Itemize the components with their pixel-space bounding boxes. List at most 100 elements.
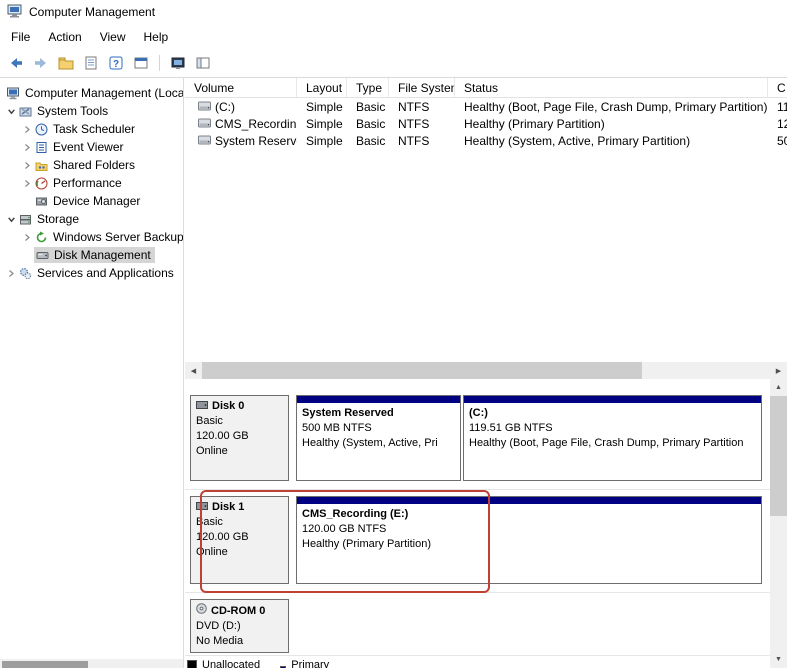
main-area: Computer Management (Local System Tools …	[0, 78, 787, 668]
volume-type: Basic	[356, 99, 386, 114]
disk-status: Online	[196, 445, 228, 457]
window-title: Computer Management	[29, 5, 156, 19]
chevron-right-icon[interactable]	[4, 269, 18, 278]
disk-icon	[196, 399, 208, 414]
legend-primary-partition: Primary partition	[280, 659, 334, 668]
volume-list-header: Volume Layout Type File System Status C	[185, 78, 787, 98]
volume-type: Basic	[356, 116, 386, 131]
column-header-volume[interactable]: Volume	[185, 78, 297, 97]
disk-row-separator	[185, 489, 770, 490]
shared-folders-icon	[34, 158, 49, 172]
partition-status: Healthy (Primary Partition)	[302, 538, 431, 550]
scroll-left-icon[interactable]: ◀	[185, 362, 202, 379]
disk-name: CD-ROM 0	[211, 604, 266, 617]
chevron-down-icon[interactable]	[4, 215, 18, 224]
chevron-right-icon[interactable]	[20, 233, 34, 242]
tree-horizontal-scrollbar[interactable]	[0, 659, 183, 668]
tree-item-label: Task Scheduler	[53, 122, 136, 136]
disk-pane-vertical-scrollbar[interactable]: ▲ ▼	[770, 379, 787, 668]
properties-window-icon[interactable]	[130, 52, 152, 74]
cd-rom-icon	[196, 603, 207, 619]
partition-name: (C:)	[469, 407, 488, 419]
tree-item-label: Shared Folders	[53, 158, 136, 172]
tree-item-performance[interactable]: Performance	[0, 174, 183, 192]
column-header-capacity[interactable]: C	[768, 78, 787, 97]
tree-item-disk-management[interactable]: Disk Management	[0, 246, 183, 264]
volume-icon	[198, 100, 211, 114]
legend-unallocated: Unallocated	[187, 659, 260, 668]
chevron-right-icon[interactable]	[20, 179, 34, 188]
scroll-up-icon[interactable]: ▲	[770, 379, 787, 396]
computer-management-window: Computer Management File Action View Hel…	[0, 0, 787, 668]
volume-icon	[198, 134, 211, 148]
volume-row-cms-recording[interactable]: CMS_Recordin... Simple Basic NTFS Health…	[185, 115, 787, 132]
disk-row-separator	[185, 655, 770, 656]
computer-icon	[6, 86, 21, 100]
volume-file-system: NTFS	[398, 133, 430, 148]
tree-item-device-manager[interactable]: Device Manager	[0, 192, 183, 210]
hscrollbar-thumb[interactable]	[202, 362, 642, 379]
disk-0-label[interactable]: Disk 0 Basic 120.00 GB Online	[190, 395, 289, 481]
cdrom-0-label[interactable]: CD-ROM 0 DVD (D:) No Media	[190, 599, 289, 653]
volume-list: Volume Layout Type File System Status C …	[185, 78, 787, 362]
app-icon	[7, 3, 23, 22]
volume-row-system-reserved[interactable]: System Reserved Simple Basic NTFS Health…	[185, 132, 787, 149]
title-bar: Computer Management	[0, 0, 787, 24]
console-icon[interactable]	[167, 52, 189, 74]
chevron-right-icon[interactable]	[20, 125, 34, 134]
vscrollbar-thumb[interactable]	[770, 396, 787, 516]
disk-management-icon	[35, 248, 50, 262]
console-tree-pane: Computer Management (Local System Tools …	[0, 78, 184, 668]
partition-size: 500 MB NTFS	[302, 422, 372, 434]
chevron-right-icon[interactable]	[20, 161, 34, 170]
column-header-type[interactable]: Type	[347, 78, 389, 97]
tree-item-task-scheduler[interactable]: Task Scheduler	[0, 120, 183, 138]
volume-capacity: 50	[777, 133, 787, 148]
scroll-right-icon[interactable]: ▶	[770, 362, 787, 379]
tree-item-event-viewer[interactable]: Event Viewer	[0, 138, 183, 156]
disk-status: No Media	[196, 635, 244, 647]
tree-item-shared-folders[interactable]: Shared Folders	[0, 156, 183, 174]
device-manager-icon	[34, 194, 49, 208]
partition-status: Healthy (Boot, Page File, Crash Dump, Pr…	[469, 437, 744, 449]
volume-file-system: NTFS	[398, 99, 430, 114]
services-icon	[18, 266, 33, 280]
partition-c-drive[interactable]: (C:) 119.51 GB NTFS Healthy (Boot, Page …	[463, 395, 762, 481]
console-tree-icon[interactable]	[55, 52, 77, 74]
tree-item-system-tools[interactable]: System Tools	[0, 102, 183, 120]
tree-item-services-and-applications[interactable]: Services and Applications	[0, 264, 183, 282]
tree-item-label: Disk Management	[54, 248, 151, 262]
menu-help[interactable]: Help	[135, 27, 178, 47]
partition-cms-recording[interactable]: CMS_Recording (E:) 120.00 GB NTFS Health…	[296, 496, 762, 584]
menu-action[interactable]: Action	[39, 27, 90, 47]
partition-status: Healthy (System, Active, Pri	[302, 437, 438, 449]
column-header-layout[interactable]: Layout	[297, 78, 347, 97]
back-icon[interactable]	[5, 52, 27, 74]
partition-name: CMS_Recording (E:)	[302, 508, 409, 520]
toolbar: ?	[0, 49, 787, 78]
column-header-file-system[interactable]: File System	[389, 78, 455, 97]
chevron-down-icon[interactable]	[4, 107, 18, 116]
svg-text:?: ?	[113, 59, 119, 70]
scroll-down-icon[interactable]: ▼	[770, 651, 787, 668]
help-icon[interactable]: ?	[105, 52, 127, 74]
tree-item-windows-server-backup[interactable]: Windows Server Backup	[0, 228, 183, 246]
tree-scrollbar-thumb[interactable]	[2, 661, 88, 668]
forward-icon[interactable]	[30, 52, 52, 74]
tree-item-label: Windows Server Backup	[53, 230, 183, 244]
column-header-status[interactable]: Status	[455, 78, 768, 97]
export-list-icon[interactable]	[80, 52, 102, 74]
volume-list-horizontal-scrollbar[interactable]: ◀ ▶	[185, 362, 787, 379]
disk-1-label[interactable]: Disk 1 Basic 120.00 GB Online	[190, 496, 289, 584]
volume-type: Basic	[356, 133, 386, 148]
partition-system-reserved[interactable]: System Reserved 500 MB NTFS Healthy (Sys…	[296, 395, 461, 481]
menu-file[interactable]: File	[2, 27, 39, 47]
chevron-right-icon[interactable]	[20, 143, 34, 152]
volume-status: Healthy (Boot, Page File, Crash Dump, Pr…	[464, 99, 768, 114]
tree-item-storage[interactable]: Storage	[0, 210, 183, 228]
tree-root-computer-management[interactable]: Computer Management (Local	[0, 84, 183, 102]
menu-view[interactable]: View	[91, 27, 135, 47]
panel-view-icon[interactable]	[192, 52, 214, 74]
volume-name: System Reserved	[215, 133, 297, 148]
volume-row-c[interactable]: (C:) Simple Basic NTFS Healthy (Boot, Pa…	[185, 98, 787, 115]
